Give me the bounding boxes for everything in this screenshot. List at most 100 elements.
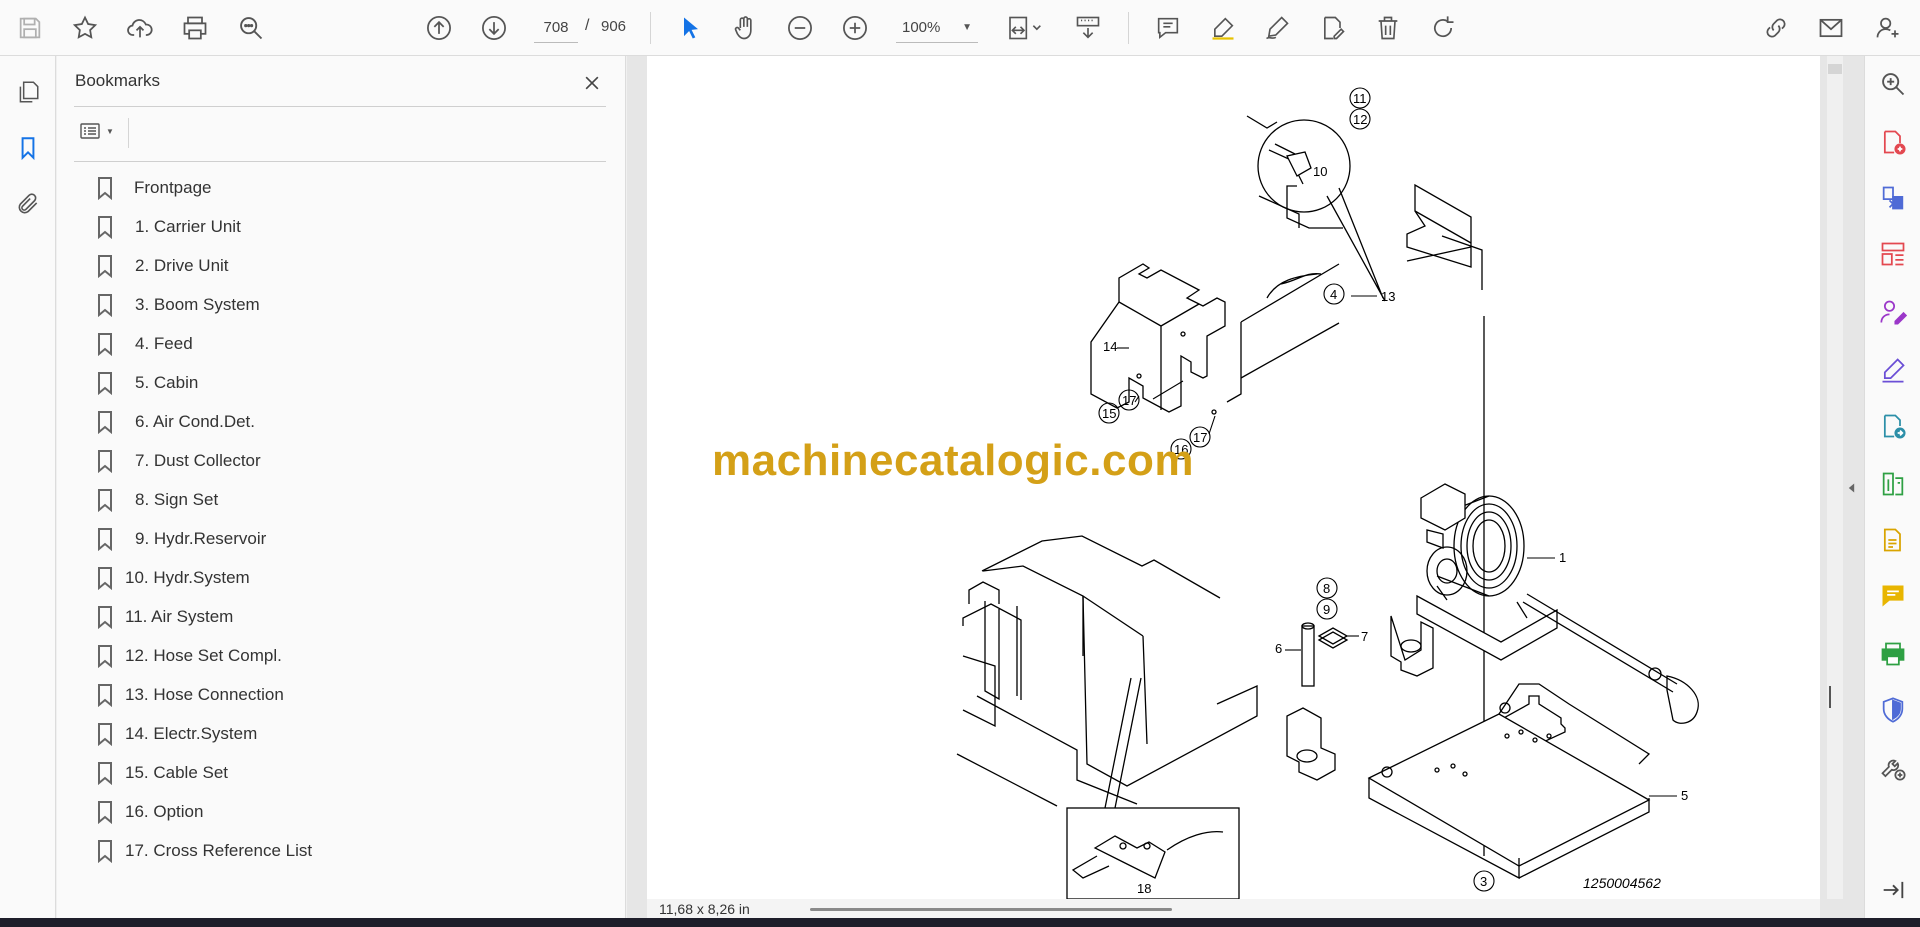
bookmark-item[interactable]: 3. Boom System bbox=[57, 285, 626, 324]
create-pdf-icon[interactable] bbox=[1875, 124, 1911, 160]
bookmark-icon bbox=[98, 294, 112, 317]
bookmark-label: 1. Carrier Unit bbox=[135, 216, 241, 236]
bookmark-item[interactable]: 11. Air System bbox=[57, 597, 626, 636]
bookmark-label: 15. Cable Set bbox=[125, 762, 229, 782]
request-signature-icon[interactable] bbox=[1875, 294, 1911, 330]
combine-files-icon[interactable] bbox=[1875, 180, 1911, 216]
bookmark-label: 13. Hose Connection bbox=[125, 684, 284, 704]
protect-shield-icon[interactable] bbox=[1875, 692, 1911, 728]
vertical-scrollbar[interactable] bbox=[1827, 56, 1843, 899]
close-icon[interactable] bbox=[577, 68, 607, 98]
find-zoom-icon[interactable] bbox=[233, 10, 269, 46]
svg-text:13: 13 bbox=[1381, 289, 1395, 304]
bookmark-item[interactable]: 5. Cabin bbox=[57, 363, 626, 402]
comment-icon[interactable] bbox=[1150, 10, 1186, 46]
add-user-icon[interactable] bbox=[1870, 10, 1906, 46]
document-view[interactable]: 11 12 10 4 13 14 17 15 17 16 1 5 3 12500… bbox=[627, 56, 1864, 918]
page-thumbnails-icon[interactable] bbox=[10, 74, 46, 110]
edit-pdf-icon[interactable] bbox=[1875, 522, 1911, 558]
bookmark-item[interactable]: 15. Cable Set bbox=[57, 753, 626, 792]
bookmark-item[interactable]: 7. Dust Collector bbox=[57, 441, 626, 480]
watermark-text: machinecatalogic.com bbox=[712, 436, 1194, 485]
page-separator: / bbox=[585, 17, 590, 34]
page-total: 906 bbox=[601, 18, 627, 35]
zoom-out-icon[interactable] bbox=[782, 10, 818, 46]
bookmark-item[interactable]: 6. Air Cond.Det. bbox=[57, 402, 626, 441]
bookmark-icon bbox=[98, 723, 112, 746]
bookmark-item[interactable]: 14. Electr.System bbox=[57, 714, 626, 753]
scrollbar-thumb[interactable] bbox=[1828, 64, 1842, 74]
organize-pages-icon[interactable] bbox=[1875, 236, 1911, 272]
bookmark-icon bbox=[98, 567, 112, 590]
left-navigation-rail bbox=[0, 56, 56, 918]
star-icon[interactable] bbox=[67, 10, 103, 46]
svg-text:5: 5 bbox=[1681, 788, 1688, 803]
svg-text:9: 9 bbox=[1323, 602, 1330, 617]
select-cursor-icon[interactable] bbox=[673, 10, 709, 46]
bookmark-item[interactable]: 4. Feed bbox=[57, 324, 626, 363]
print-icon[interactable] bbox=[177, 10, 213, 46]
comment-tool-icon[interactable] bbox=[1875, 578, 1911, 614]
email-icon[interactable] bbox=[1813, 10, 1849, 46]
toolbar-divider bbox=[1128, 12, 1129, 44]
bookmark-item[interactable]: 13. Hose Connection bbox=[57, 675, 626, 714]
fit-page-icon[interactable] bbox=[1000, 10, 1048, 46]
bookmark-icon bbox=[98, 606, 112, 629]
attachment-icon[interactable] bbox=[10, 186, 46, 222]
bookmark-item[interactable]: 8. Sign Set bbox=[57, 480, 626, 519]
more-tools-icon[interactable] bbox=[1875, 750, 1911, 786]
divider bbox=[74, 161, 606, 162]
bookmark-item[interactable]: Frontpage bbox=[57, 168, 626, 207]
collapse-right-panel-icon[interactable] bbox=[1842, 478, 1860, 498]
edit-document-icon[interactable] bbox=[1315, 10, 1351, 46]
next-page-icon[interactable] bbox=[476, 10, 512, 46]
bookmark-item[interactable]: 17. Cross Reference List bbox=[57, 831, 626, 870]
bookmark-item[interactable]: 10. Hydr.System bbox=[57, 558, 626, 597]
zoom-in-icon[interactable] bbox=[837, 10, 873, 46]
share-link-icon[interactable] bbox=[1758, 10, 1794, 46]
bookmark-icon bbox=[98, 528, 112, 551]
bookmark-icon bbox=[98, 489, 112, 512]
bookmark-label: Frontpage bbox=[134, 177, 212, 197]
draw-pen-icon[interactable] bbox=[1259, 10, 1295, 46]
hand-tool-icon[interactable] bbox=[727, 10, 763, 46]
scroll-position-marker[interactable] bbox=[1829, 686, 1831, 708]
delete-icon[interactable] bbox=[1370, 10, 1406, 46]
bookmark-item[interactable]: 2. Drive Unit bbox=[57, 246, 626, 285]
svg-text:7: 7 bbox=[1361, 629, 1368, 644]
save-icon[interactable] bbox=[12, 10, 48, 46]
horizontal-scrollbar[interactable] bbox=[810, 908, 1172, 911]
compare-files-icon[interactable] bbox=[1875, 466, 1911, 502]
previous-page-icon[interactable] bbox=[421, 10, 457, 46]
zoom-select[interactable]: 100% ▼ bbox=[896, 13, 978, 43]
bookmark-item[interactable]: 9. Hydr.Reservoir bbox=[57, 519, 626, 558]
rotate-icon[interactable] bbox=[1425, 10, 1461, 46]
bookmark-icon bbox=[98, 411, 112, 434]
bookmark-label: 10. Hydr.System bbox=[125, 567, 250, 587]
right-tools-rail bbox=[1864, 56, 1920, 918]
scroll-mode-icon[interactable] bbox=[1070, 10, 1106, 46]
bookmark-item[interactable]: 12. Hose Set Compl. bbox=[57, 636, 626, 675]
bookmark-options-button[interactable]: ▼ bbox=[74, 116, 124, 146]
fill-sign-icon[interactable] bbox=[1875, 352, 1911, 388]
export-pdf-icon[interactable] bbox=[1875, 408, 1911, 444]
bookmark-item[interactable]: 1. Carrier Unit bbox=[57, 207, 626, 246]
bookmark-label: 9. Hydr.Reservoir bbox=[135, 528, 267, 548]
toolbar-divider bbox=[650, 12, 651, 44]
bookmark-icon bbox=[98, 762, 112, 785]
page-number-input[interactable] bbox=[534, 13, 578, 43]
svg-text:17: 17 bbox=[1193, 430, 1207, 445]
bookmark-item[interactable]: 16. Option bbox=[57, 792, 626, 831]
scan-ocr-icon[interactable] bbox=[1875, 636, 1911, 672]
bookmark-panel-icon[interactable] bbox=[10, 130, 46, 166]
highlight-icon[interactable] bbox=[1205, 10, 1241, 46]
svg-text:11: 11 bbox=[1353, 91, 1367, 106]
chevron-down-icon: ▼ bbox=[106, 126, 114, 136]
svg-text:10: 10 bbox=[1313, 164, 1327, 179]
taskbar-strip bbox=[0, 918, 1920, 927]
search-zoom-icon[interactable] bbox=[1875, 66, 1911, 102]
upload-cloud-icon[interactable] bbox=[122, 10, 158, 46]
bookmark-icon bbox=[98, 333, 112, 356]
top-toolbar: / 906 100% ▼ bbox=[0, 0, 1920, 56]
expand-panel-icon[interactable] bbox=[1875, 872, 1911, 908]
